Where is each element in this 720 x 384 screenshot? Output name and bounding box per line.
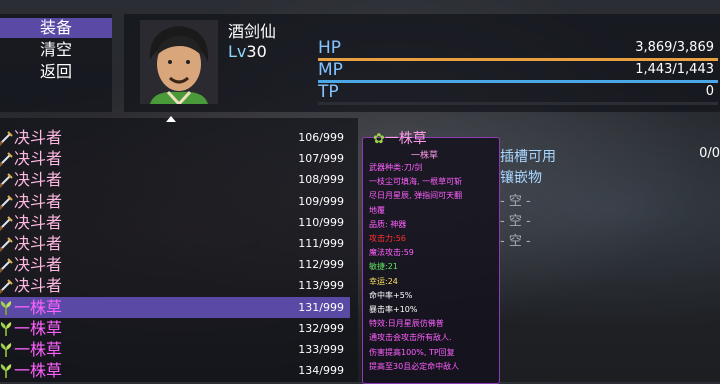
item-row[interactable]: 决斗者 113/999 (0, 275, 350, 296)
item-name: 决斗者 (14, 128, 63, 147)
tooltip-line: 品质: 神器 (369, 219, 407, 229)
tooltip-line: 武器种类:刀/剑 (369, 163, 423, 172)
slot-subtitle: 镶嵌物 (500, 170, 542, 186)
item-row[interactable]: 决斗者 107/999 (0, 148, 350, 169)
item-name: 决斗者 (14, 149, 63, 169)
command-window: 装备 清空 返回 (0, 14, 112, 112)
actor-level: Lv30 (228, 42, 267, 61)
actor-portrait (140, 20, 218, 104)
item-name: 决斗者 (14, 212, 63, 232)
tooltip-line: 命中率+5% (369, 290, 413, 300)
tooltip-line: 暴击率+10% (369, 305, 418, 314)
tooltip-line: 特效:日月星辰仿佛普 (369, 319, 444, 329)
item-count: 111/999 (298, 237, 344, 250)
tooltip-line: 通攻击会攻击所有敌人. (369, 333, 452, 343)
item-row[interactable]: 决斗者 111/999 (0, 233, 350, 254)
herb-icon: ✿ (373, 131, 385, 147)
item-name: 一株草 (14, 340, 63, 359)
item-count: 131/999 (298, 300, 344, 314)
tooltip-line: 一枝尘可填海, 一根草可斩 (369, 177, 463, 187)
slot-empty-3[interactable]: - 空 - (500, 230, 531, 249)
tp-gauge: TP 0 (318, 82, 718, 105)
item-name: 一株草 (14, 318, 63, 338)
mp-label: MP (318, 60, 343, 80)
item-count: 108/999 (298, 173, 344, 187)
tp-label: TP (318, 82, 339, 102)
herb-icon (0, 321, 14, 337)
tooltip-line: 敏捷:21 (369, 262, 398, 272)
sword-icon (0, 172, 14, 189)
tooltip-line: 魔法攻击:59 (369, 248, 414, 258)
actor-name: 酒剑仙 (228, 22, 277, 41)
tooltip-line: 尽日月星辰, 弹指间可天翻 (369, 191, 463, 201)
item-count: 132/999 (298, 321, 344, 335)
item-row[interactable]: 一株草 133/999 (0, 339, 350, 360)
item-row[interactable]: 一株草 134/999 (0, 360, 350, 381)
sword-icon (0, 151, 14, 168)
menu-return[interactable]: 返回 (0, 62, 112, 82)
tooltip-title: ✿一株草 (373, 131, 427, 147)
item-name: 决斗者 (14, 170, 63, 190)
tooltip-line: 提高至30且必定命中敌人 (369, 361, 460, 371)
tp-value: 0 (705, 84, 714, 99)
tooltip-line: 地覆 (369, 205, 385, 215)
level-value: 30 (246, 42, 267, 61)
item-count: 106/999 (298, 131, 344, 144)
herb-icon (0, 342, 14, 358)
item-name: 决斗者 (14, 276, 63, 296)
item-count: 107/999 (298, 152, 344, 166)
item-tooltip: ✿一株草 一株草 武器种类:刀/剑一枝尘可填海, 一根草可斩 尽日月星辰, 弹指间… (362, 131, 500, 384)
sword-icon (0, 130, 14, 147)
slot-count: 0/0 (699, 146, 720, 161)
item-name: 决斗者 (14, 234, 63, 253)
item-name: 一株草 (14, 297, 63, 317)
tooltip-line: 幸运:24 (369, 276, 398, 286)
tooltip-line: 攻击力:56 (369, 234, 406, 243)
mp-fill (318, 80, 718, 83)
scroll-up-arrow-icon[interactable] (166, 116, 176, 122)
level-label: Lv (228, 42, 247, 61)
sword-icon (0, 257, 14, 274)
item-row[interactable]: 一株草 131/999 (0, 296, 350, 318)
item-count: 110/999 (298, 215, 344, 229)
item-row[interactable]: 决斗者 108/999 (0, 169, 350, 190)
menu-clear[interactable]: 清空 (0, 40, 112, 60)
item-name: 决斗者 (14, 255, 63, 275)
item-count: 112/999 (298, 258, 344, 272)
herb-icon (0, 300, 14, 316)
sword-icon (0, 194, 14, 210)
item-count: 134/999 (298, 364, 344, 378)
item-name: 决斗者 (14, 191, 63, 211)
item-name: 一株草 (14, 361, 63, 381)
item-count: 133/999 (298, 343, 344, 356)
hp-gauge: HP 3,869/3,869 (318, 38, 718, 61)
item-row[interactable]: 一株草 132/999 (0, 318, 350, 339)
item-row[interactable]: 决斗者 106/999 (0, 127, 350, 148)
sword-icon (0, 278, 14, 295)
sword-icon (0, 236, 14, 253)
mp-value: 1,443/1,443 (635, 62, 714, 77)
sword-icon (0, 215, 14, 231)
item-count: 113/999 (298, 279, 344, 293)
item-row[interactable]: 决斗者 109/999 (0, 191, 350, 212)
slot-empty-2[interactable]: - 空 - (500, 210, 531, 229)
item-row[interactable]: 决斗者 110/999 (0, 212, 350, 233)
hp-value: 3,869/3,869 (635, 40, 714, 55)
slot-title: 插槽可用 (500, 149, 556, 165)
menu-equip[interactable]: 装备 (0, 18, 112, 38)
mp-gauge: MP 1,443/1,443 (318, 60, 718, 83)
tooltip-subtitle: 一株草 (411, 151, 439, 161)
hp-fill (318, 58, 718, 61)
item-row[interactable]: 决斗者 112/999 (0, 254, 350, 275)
tooltip-line: 伤害提高100%, TP回复 (369, 347, 455, 357)
herb-icon (0, 363, 14, 379)
slot-empty-1[interactable]: - 空 - (500, 190, 531, 209)
item-count: 109/999 (298, 194, 344, 208)
hp-label: HP (318, 38, 342, 58)
